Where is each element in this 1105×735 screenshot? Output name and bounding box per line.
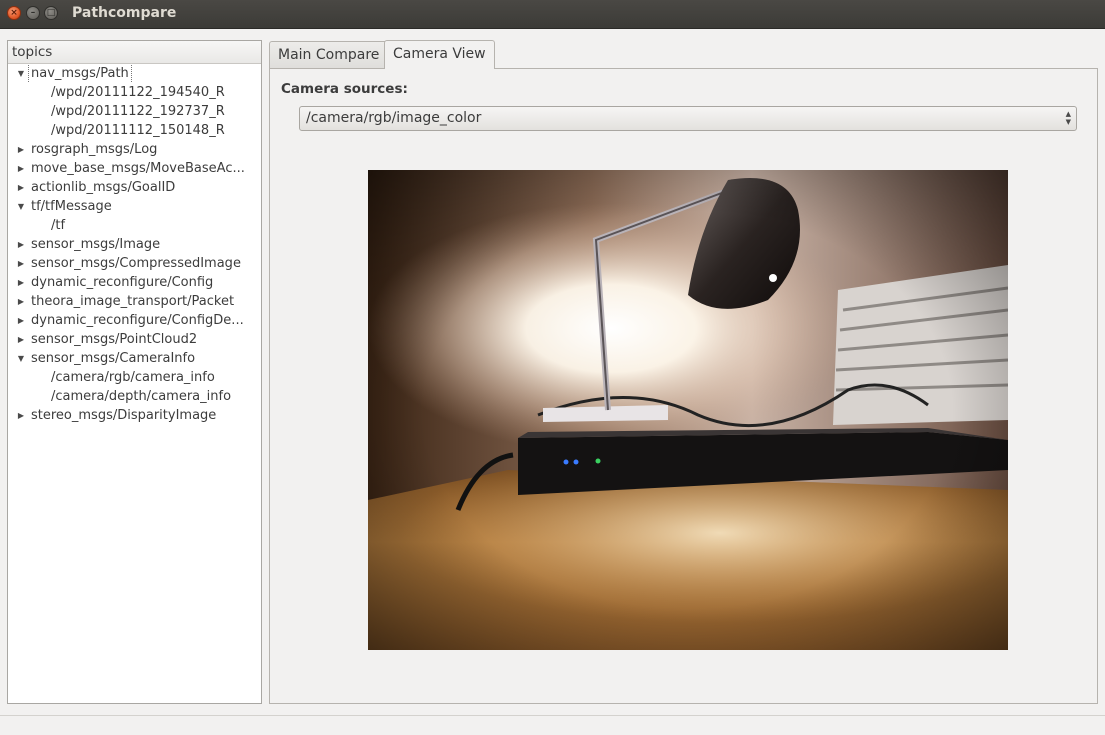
collapsed-arrow-icon[interactable]: ▶ (16, 311, 26, 330)
tree-item-label: /wpd/20111122_194540_R (51, 85, 225, 100)
tree-item-label: /camera/rgb/camera_info (51, 370, 215, 385)
camera-view-panel: Camera sources: /camera/rgb/image_color … (269, 68, 1098, 704)
tree-item-topic[interactable]: /camera/depth/camera_info (8, 387, 261, 406)
tree-item-topic-type[interactable]: ▶ actionlib_msgs/GoalID (8, 178, 261, 197)
tree-item-topic[interactable]: /wpd/20111122_192737_R (8, 102, 261, 121)
topics-tree[interactable]: topics ▼ nav_msgs/Path/wpd/20111122_19454… (7, 40, 262, 704)
tree-item-topic-type[interactable]: ▶ dynamic_reconfigure/Config (8, 273, 261, 292)
tree-item-topic-type[interactable]: ▶ dynamic_reconfigure/ConfigDe... (8, 311, 261, 330)
collapsed-arrow-icon[interactable]: ▶ (16, 254, 26, 273)
tree-item-topic-type[interactable]: ▼ sensor_msgs/CameraInfo (8, 349, 261, 368)
tree-header[interactable]: topics (8, 41, 261, 64)
collapsed-arrow-icon[interactable]: ▶ (16, 406, 26, 425)
tree-item-topic-type[interactable]: ▼ nav_msgs/Path (8, 64, 261, 83)
tab-main-compare[interactable]: Main Compare (269, 41, 389, 68)
tree-item-topic-type[interactable]: ▶ sensor_msgs/CompressedImage (8, 254, 261, 273)
tree-item-label: theora_image_transport/Packet (31, 294, 235, 309)
tree-item-label: /camera/depth/camera_info (51, 389, 232, 404)
expanded-arrow-icon[interactable]: ▼ (16, 197, 26, 216)
tree-item-topic-type[interactable]: ▶ sensor_msgs/PointCloud2 (8, 330, 261, 349)
tree-item-label: sensor_msgs/Image (31, 237, 161, 252)
tree-item-topic[interactable]: /wpd/20111112_150148_R (8, 121, 261, 140)
expanded-arrow-icon[interactable]: ▼ (16, 349, 26, 368)
tree-item-label: actionlib_msgs/GoalID (31, 180, 176, 195)
camera-sources-label: Camera sources: (281, 81, 408, 97)
tree-item-topic-type[interactable]: ▶ theora_image_transport/Packet (8, 292, 261, 311)
camera-feed-image (368, 170, 1008, 650)
maximize-window-button[interactable]: □ (44, 6, 58, 20)
collapsed-arrow-icon[interactable]: ▶ (16, 273, 26, 292)
minimize-window-button[interactable]: – (26, 6, 40, 20)
tab-camera-view[interactable]: Camera View (384, 40, 495, 69)
tree-item-label: sensor_msgs/CompressedImage (31, 256, 241, 271)
tree-item-topic[interactable]: /tf (8, 216, 261, 235)
combo-updown-icon: ▲ ▼ (1065, 110, 1071, 126)
title-bar: × – □ Pathcompare (0, 0, 1105, 29)
tree-item-topic[interactable]: /camera/rgb/camera_info (8, 368, 261, 387)
collapsed-arrow-icon[interactable]: ▶ (16, 178, 26, 197)
tree-item-topic-type[interactable]: ▶ rosgraph_msgs/Log (8, 140, 261, 159)
tree-item-topic-type[interactable]: ▶ sensor_msgs/Image (8, 235, 261, 254)
tree-item-label: dynamic_reconfigure/Config (31, 275, 214, 290)
tree-item-label: /wpd/20111112_150148_R (51, 123, 225, 138)
tree-item-topic-type[interactable]: ▶ stereo_msgs/DisparityImage (8, 406, 261, 425)
tree-item-label: nav_msgs/Path (28, 64, 132, 83)
collapsed-arrow-icon[interactable]: ▶ (16, 330, 26, 349)
tree-item-label: dynamic_reconfigure/ConfigDe... (31, 313, 244, 328)
window-title: Pathcompare (72, 5, 177, 21)
expanded-arrow-icon[interactable]: ▼ (16, 64, 26, 83)
tree-item-label: /tf (51, 218, 66, 233)
collapsed-arrow-icon[interactable]: ▶ (16, 140, 26, 159)
tree-item-label: rosgraph_msgs/Log (31, 142, 158, 157)
tree-item-topic[interactable]: /wpd/20111122_194540_R (8, 83, 261, 102)
collapsed-arrow-icon[interactable]: ▶ (16, 235, 26, 254)
tree-item-label: stereo_msgs/DisparityImage (31, 408, 217, 423)
tree-body: ▼ nav_msgs/Path/wpd/20111122_194540_R/wpd… (8, 64, 261, 425)
close-window-button[interactable]: × (7, 6, 21, 20)
camera-source-select[interactable]: /camera/rgb/image_color ▲ ▼ (299, 106, 1077, 131)
tree-item-label: sensor_msgs/CameraInfo (31, 351, 196, 366)
tree-item-topic-type[interactable]: ▼ tf/tfMessage (8, 197, 261, 216)
collapsed-arrow-icon[interactable]: ▶ (16, 292, 26, 311)
tree-item-label: move_base_msgs/MoveBaseAc... (31, 161, 245, 176)
tree-item-label: tf/tfMessage (31, 199, 112, 214)
tree-item-label: /wpd/20111122_192737_R (51, 104, 225, 119)
camera-feed-svg (368, 170, 1008, 650)
status-bar (0, 715, 1105, 735)
camera-source-value: /camera/rgb/image_color (306, 110, 482, 126)
tree-item-label: sensor_msgs/PointCloud2 (31, 332, 198, 347)
collapsed-arrow-icon[interactable]: ▶ (16, 159, 26, 178)
tree-item-topic-type[interactable]: ▶ move_base_msgs/MoveBaseAc... (8, 159, 261, 178)
